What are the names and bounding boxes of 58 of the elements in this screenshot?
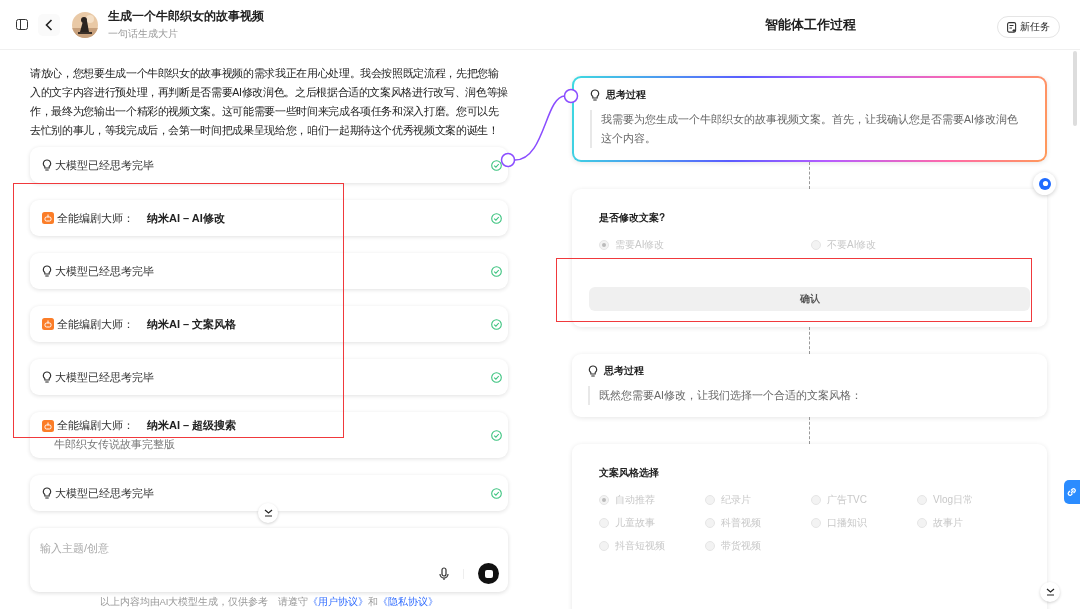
bulb-icon xyxy=(42,159,52,171)
step-card[interactable]: 全能编剧大师： 纳米AI – AI修改 xyxy=(30,200,508,236)
chat-title: 生成一个牛郎织女的故事视频 xyxy=(108,8,264,25)
scrollbar[interactable] xyxy=(1073,51,1077,126)
scroll-down-button[interactable] xyxy=(258,503,278,523)
step-label: 大模型已经思考完毕 xyxy=(55,485,154,501)
bulb-icon xyxy=(588,365,598,377)
robot-icon xyxy=(42,318,54,330)
joiner-text: 和 xyxy=(368,596,379,609)
microphone-icon[interactable] xyxy=(439,566,449,581)
sidebar-toggle-icon[interactable] xyxy=(16,19,28,30)
step-card[interactable]: 大模型已经思考完毕 xyxy=(30,475,508,511)
step-label: 大模型已经思考完毕 xyxy=(55,157,154,173)
step-card[interactable]: 全能编剧大师： 纳米AI – 文案风格 xyxy=(30,306,508,342)
panel-title: 智能体工作过程 xyxy=(764,15,856,34)
scroll-down-button[interactable] xyxy=(1040,582,1060,602)
bulb-icon xyxy=(42,265,52,277)
new-task-button[interactable]: 新任务 xyxy=(997,16,1060,38)
assistant-message: 请放心，您想要生成一个牛郎织女的故事视频的需求我正在用心处理。我会按照既定流程，先把您输入的文字内容进行预处理，再判断是否需要AI修改润色。之后根据合适的文案风格进行改写、润色等操作，最终为您输出一个精彩的视频文案。这可能需要一些时间来完成各项任务和深入打磨。您可以先去忙别的事儿，等我完成后，会第一时间把成果呈现给您，咱们一起期待这个优秀视频文案的诞生！ xyxy=(30,66,508,138)
scroll-down-icon xyxy=(263,509,273,517)
step-card[interactable]: 大模型已经思考完毕 xyxy=(30,147,508,183)
step-card[interactable]: 大模型已经思考完毕 xyxy=(30,359,508,395)
stop-button[interactable] xyxy=(478,563,499,584)
robot-icon xyxy=(42,212,54,224)
chat-subtitle: 一句话生成大片 xyxy=(108,27,179,41)
disclaimer-text: 以上内容均由AI大模型生成，仅供参考 xyxy=(99,596,269,609)
thinking-title: 思考过程 xyxy=(604,364,644,378)
new-task-icon xyxy=(1007,21,1017,33)
assistant-float-button[interactable] xyxy=(1033,172,1056,195)
bulb-icon xyxy=(590,89,600,101)
link-icon xyxy=(1066,486,1078,498)
link-float-button[interactable] xyxy=(1064,480,1080,504)
thinking-title: 思考过程 xyxy=(606,88,646,102)
thinking-text: 我需要为您生成一个牛郎织女的故事视频文案。首先，让我确认您是否需要AI修改润色这个内容。 xyxy=(590,110,1027,148)
step-label: 大模型已经思考完毕 xyxy=(55,369,154,385)
agreement-text: 请遵守 xyxy=(278,596,309,609)
agreement-link[interactable]: 《用户协议》 xyxy=(308,596,369,609)
thinking-text: 既然您需要AI修改，让我们选择一个合适的文案风格： xyxy=(588,386,1029,405)
step-label: 全能编剧大师： xyxy=(57,210,134,226)
agent-name: 纳米AI – 超级搜索 xyxy=(147,418,237,433)
bulb-icon xyxy=(42,487,52,499)
step-card[interactable]: 大模型已经思考完毕 xyxy=(30,253,508,289)
question-text: 是否修改文案? xyxy=(599,211,667,225)
step-label: 全能编剧大师： xyxy=(57,316,134,332)
step-label: 全能编剧大师： xyxy=(57,418,134,433)
back-button[interactable] xyxy=(38,13,60,36)
robot-icon xyxy=(42,419,54,432)
agent-name: 纳米AI – AI修改 xyxy=(147,210,225,226)
step-card[interactable]: 全能编剧大师： 纳米AI – 超级搜索 牛郎织女传说故事完整版 xyxy=(30,412,508,458)
assistant-icon xyxy=(1038,177,1051,190)
agent-name: 纳米AI – 文案风格 xyxy=(147,316,237,332)
step-label: 大模型已经思考完毕 xyxy=(55,263,154,279)
bulb-icon xyxy=(42,371,52,383)
step-detail: 牛郎织女传说故事完整版 xyxy=(53,437,176,452)
back-icon xyxy=(45,18,53,31)
question-text: 文案风格选择 xyxy=(599,466,660,480)
scroll-down-icon xyxy=(1045,588,1055,596)
agreement-link[interactable]: 《隐私协议》 xyxy=(378,596,439,609)
